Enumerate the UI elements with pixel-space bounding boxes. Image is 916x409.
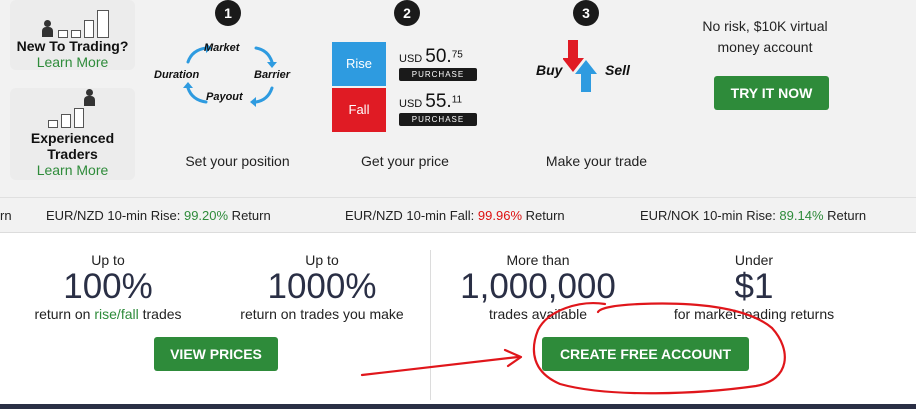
promo-line1: No risk, $10K virtual [702,18,828,34]
rise-box: Rise [332,42,386,86]
cycle-duration-label: Duration [154,69,200,81]
fall-purchase-button[interactable]: PURCHASE [399,113,477,126]
rise-price: USD 50.75 [399,46,463,67]
step-1-label: Set your position [185,153,290,169]
learn-more-link[interactable]: Learn More [10,54,135,70]
stat-return-trades: Up to 1000% return on trades you make [222,252,422,322]
promo-text: No risk, $10K virtual money account [690,16,840,58]
create-free-account-button[interactable]: CREATE FREE ACCOUNT [542,337,749,371]
stat-post: return on rise/fall trades [34,306,182,322]
cycle-market-label: Market [204,42,240,54]
step-3-label: Make your trade [545,153,648,169]
step-1-badge: 1 [215,0,241,26]
stat-pre: Under [734,252,774,268]
ticker-item: EUR/NZD 10-min Fall: 99.96% Return [345,208,565,223]
promo-line2: money account [717,39,813,55]
try-it-now-button[interactable]: TRY IT NOW [714,76,829,110]
stat-pre: Up to [91,252,125,268]
bar-chart-icon [48,98,108,128]
fall-box: Fall [332,88,386,132]
stat-post: trades available [488,306,588,322]
rise-fall-link[interactable]: rise/fall [94,306,138,322]
stat-pre: More than [506,252,570,268]
step-2-label: Get your price [361,153,449,169]
person-icon [42,20,53,38]
buy-label: Buy [536,62,563,78]
person-icon [84,89,95,107]
returns-ticker: rn EUR/NZD 10-min Rise: 99.20% Return EU… [0,197,916,233]
view-prices-button[interactable]: VIEW PRICES [154,337,278,371]
rise-purchase-button[interactable]: PURCHASE [399,68,477,81]
stat-post: for market-leading returns [673,306,835,322]
stat-number: $1 [734,267,774,306]
ticker-item: rn [0,208,12,223]
card-title-line1: Experienced [30,130,115,146]
card-title: New To Trading? [16,38,129,54]
cycle-barrier-label: Barrier [254,69,291,81]
step-2-badge: 2 [394,0,420,26]
sell-label: Sell [605,62,630,78]
card-title-line2: Traders [47,146,98,162]
stat-number: 1000% [267,267,377,306]
stat-number: 1,000,000 [460,267,616,306]
learn-more-link[interactable]: Learn More [10,162,135,178]
bar-chart-icon [58,8,118,38]
stat-post: return on trades you make [240,306,404,322]
divider [430,250,431,400]
ticker-item: EUR/NZD 10-min Rise: 99.20% Return [46,208,271,223]
buy-sell-arrows-icon [563,40,597,92]
step-3-badge: 3 [573,0,599,26]
fall-price: USD 55.11 [399,91,463,112]
stat-trades-available: More than 1,000,000 trades available [448,252,628,322]
stat-number: 100% [63,267,153,306]
new-to-trading-card[interactable]: New To Trading? Learn More [10,0,135,70]
stat-pre: Up to [305,252,339,268]
footer-bar [0,404,916,409]
cycle-payout-label: Payout [206,91,243,103]
ticker-item: EUR/NOK 10-min Rise: 89.14% Return [640,208,867,223]
stat-return-rise-fall: Up to 100% return on rise/fall trades [18,252,198,322]
experienced-traders-card[interactable]: Experienced Traders Learn More [10,88,135,180]
stat-market-leading: Under $1 for market-leading returns [654,252,854,322]
